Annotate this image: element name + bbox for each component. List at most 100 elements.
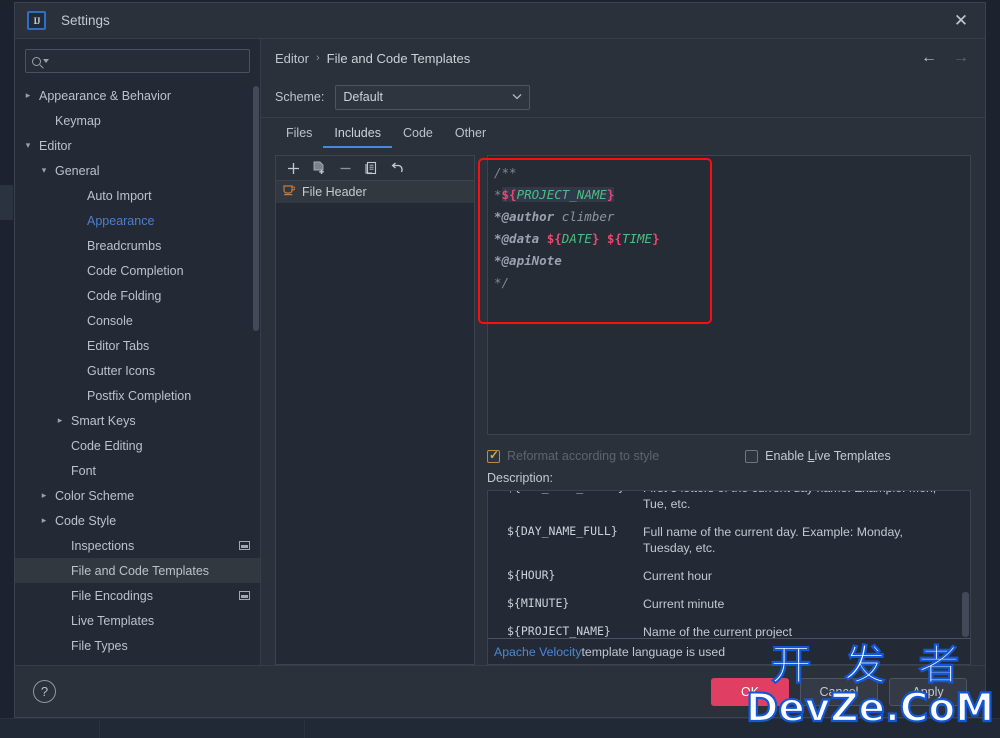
code-line: *@author climber [494,206,970,228]
description-panel: ${DAY_NAME_SHORT}First 3 letters of the … [487,490,971,665]
sidebar-item-smart-keys[interactable]: Smart Keys [15,408,260,433]
sidebar-item-label: Breadcrumbs [87,238,162,253]
sidebar-item-android-design-tools[interactable]: Android Design Tools [15,658,260,666]
tab-files[interactable]: Files [275,126,323,148]
sidebar-item-editor-tabs[interactable]: Editor Tabs [15,333,260,358]
live-templates-checkbox[interactable]: Enable Live Templates [745,449,891,463]
sidebar-item-color-scheme[interactable]: Color Scheme [15,483,260,508]
code-token: DATE [561,231,592,246]
sidebar-item-editor[interactable]: Editor [15,133,260,158]
sidebar-item-label: Editor [39,138,72,153]
sidebar-item-label: Inspections [71,538,135,553]
list-item[interactable]: File Header [276,181,474,203]
code-line: /** [494,162,970,184]
sidebar-item-label: Auto Import [87,188,152,203]
chevron-down-icon[interactable] [37,165,51,176]
description-scroll-area[interactable]: ${DAY_NAME_SHORT}First 3 letters of the … [488,491,970,638]
forward-arrow-icon[interactable]: → [953,50,969,66]
sidebar-item-label: Editor Tabs [87,338,150,353]
table-row: ${MINUTE} Current minute [488,590,970,618]
sidebar-item-code-editing[interactable]: Code Editing [15,433,260,458]
sidebar-item-appearance[interactable]: Appearance [15,208,260,233]
sidebar-item-code-style[interactable]: Code Style [15,508,260,533]
apply-button[interactable]: Apply [889,677,967,706]
sidebar-item-appearance-behavior[interactable]: Appearance & Behavior [15,83,260,108]
back-arrow-icon[interactable]: ← [921,50,937,66]
sidebar-item-file-types[interactable]: File Types [15,633,260,658]
variable-description-cell: Name of the current project [643,625,792,638]
sidebar-item-label: File Types [71,638,128,653]
code-token: *@apiNote [494,253,562,268]
code-token: * [494,187,502,202]
checkbox-checked-icon [487,448,500,463]
description-scrollbar[interactable] [962,592,969,637]
sidebar-item-live-templates[interactable]: Live Templates [15,608,260,633]
variable-description-cell: Full name of the current day. Example: M… [643,525,903,555]
variables-table: ${DAY_NAME_SHORT}First 3 letters of the … [488,491,970,638]
duplicate-button[interactable] [358,157,384,180]
sidebar-item-auto-import[interactable]: Auto Import [15,183,260,208]
sidebar-item-label: Smart Keys [71,413,136,428]
chevron-right-icon[interactable] [21,90,35,101]
sidebar-item-label: Code Folding [87,288,162,303]
code-token: } [652,231,660,246]
close-icon[interactable]: ✕ [941,4,981,38]
tab-includes[interactable]: Includes [323,126,392,148]
code-token: PROJECT_NAME [516,187,607,202]
reset-button[interactable] [384,157,410,180]
chevron-right-icon[interactable] [37,515,51,526]
code-token: */ [494,275,510,290]
scheme-value: Default [343,90,383,104]
settings-sidebar: Appearance & Behavior Keymap Editor General… [15,39,261,665]
cancel-button[interactable]: Cancel [800,677,878,706]
sidebar-item-breadcrumbs[interactable]: Breadcrumbs [15,233,260,258]
help-icon[interactable]: ? [33,680,56,703]
sidebar-item-label: Postfix Completion [87,388,192,403]
settings-tree: Appearance & Behavior Keymap Editor General… [15,81,260,665]
code-token: /** [494,165,517,180]
chevron-right-icon[interactable] [53,415,67,426]
sidebar-item-label: File and Code Templates [71,563,210,578]
nav-arrows: ← → [921,50,969,66]
scheme-select[interactable]: Default [335,84,531,110]
variable-name-cell: ${DAY_NAME_SHORT} [488,491,643,518]
sidebar-item-code-completion[interactable]: Code Completion [15,258,260,283]
template-code-editor[interactable]: /** *${PROJECT_NAME} *@author climber *@dat… [487,155,971,435]
dialog-footer: ? OK Cancel Apply [15,665,985,717]
sidebar-item-label: General [55,163,100,178]
sidebar-item-label: Keymap [55,113,101,128]
sidebar-item-console[interactable]: Console [15,308,260,333]
sidebar-item-file-encodings[interactable]: File Encodings [15,583,260,608]
sidebar-item-file-and-code-templates[interactable]: File and Code Templates [15,558,260,583]
sidebar-item-inspections[interactable]: Inspections [15,533,260,558]
sidebar-item-label: Console [87,313,133,328]
copy-template-button[interactable] [306,157,332,180]
sidebar-item-gutter-icons[interactable]: Gutter Icons [15,358,260,383]
tab-code[interactable]: Code [392,126,444,148]
tab-other[interactable]: Other [444,126,497,148]
search-input[interactable] [53,54,243,68]
code-token: *@author [494,209,562,224]
chevron-down-icon[interactable] [21,140,35,151]
ok-button[interactable]: OK [711,677,789,706]
reformat-checkbox[interactable]: Reformat according to style [487,448,659,463]
sidebar-scrollbar[interactable] [253,86,259,331]
backdrop-tool-strip [0,185,13,220]
sidebar-item-label: Gutter Icons [87,363,156,378]
sidebar-item-postfix-completion[interactable]: Postfix Completion [15,383,260,408]
add-template-button[interactable] [280,157,306,180]
code-line: *@data ${DATE} ${TIME} [494,228,970,250]
remove-template-button[interactable] [332,157,358,180]
chevron-right-icon[interactable] [37,490,51,501]
description-footer: Apache Velocity template language is use… [488,638,970,664]
code-line: */ [494,272,970,294]
apache-velocity-link[interactable]: Apache Velocity [494,645,582,659]
breadcrumb-parent[interactable]: Editor [275,51,309,66]
sidebar-item-keymap[interactable]: Keymap [15,108,260,133]
sidebar-item-general[interactable]: General [15,158,260,183]
list-item-label: File Header [302,185,367,199]
search-box[interactable] [25,49,250,73]
sidebar-item-code-folding[interactable]: Code Folding [15,283,260,308]
scheme-row: Scheme: Default [261,77,985,117]
sidebar-item-font[interactable]: Font [15,458,260,483]
